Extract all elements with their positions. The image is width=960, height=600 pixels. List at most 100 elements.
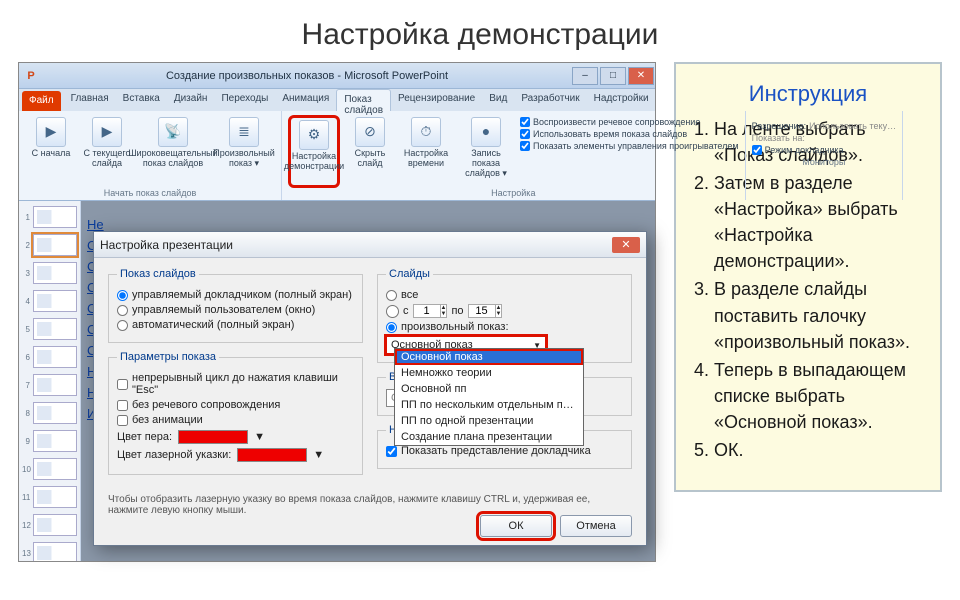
btn-from-start[interactable]: ▶С начала bbox=[25, 115, 77, 188]
chk-no-animation[interactable]: без анимации bbox=[117, 414, 354, 426]
instruction-step: Теперь в выпадающем списке выбрать «Осно… bbox=[714, 357, 924, 435]
radio-speaker[interactable]: управляемый докладчиком (полный экран) bbox=[117, 289, 354, 301]
gear-icon: ⚙ bbox=[299, 120, 329, 150]
show-on-row: Показать на: bbox=[752, 133, 896, 143]
radio-range[interactable]: с ▲▼ по ▲▼ bbox=[386, 304, 623, 318]
radio-custom-show[interactable]: произвольный показ: bbox=[386, 321, 623, 333]
instruction-step: В разделе слайды поставить галочку «прои… bbox=[714, 276, 924, 354]
ok-button[interactable]: ОК bbox=[480, 515, 552, 537]
slide-thumb[interactable]: 8 bbox=[22, 401, 77, 425]
chk-loop[interactable]: непрерывный цикл до нажатия клавиши "Esc… bbox=[117, 372, 354, 396]
ribbon-tabs: Файл Главная Вставка Дизайн Переходы Ани… bbox=[19, 89, 655, 111]
close-button[interactable]: ✕ bbox=[628, 67, 654, 85]
chk-presenter-view[interactable]: Показать представление докладчика bbox=[386, 445, 623, 457]
to-input[interactable] bbox=[469, 305, 495, 317]
tab-file[interactable]: Файл bbox=[22, 91, 61, 111]
ribbon-body: ▶С начала ▶С текущего слайда 📡Широковеща… bbox=[19, 111, 655, 201]
chk-narration[interactable]: Воспроизвести речевое сопровождение bbox=[520, 117, 739, 127]
tab-review[interactable]: Рецензирование bbox=[391, 89, 482, 111]
group-label: Мониторы bbox=[752, 157, 896, 167]
record-icon: ● bbox=[471, 117, 501, 147]
from-input[interactable] bbox=[414, 305, 440, 317]
list-item[interactable]: Основной показ bbox=[395, 349, 583, 365]
tab-slideshow[interactable]: Показ слайдов bbox=[336, 89, 391, 111]
btn-from-current[interactable]: ▶С текущего слайда bbox=[81, 115, 133, 188]
tab-trans[interactable]: Переходы bbox=[214, 89, 275, 111]
play-icon: ▶ bbox=[36, 117, 66, 147]
group-label: Начать показ слайдов bbox=[25, 188, 275, 198]
chk-controls[interactable]: Показать элементы управления проигрывате… bbox=[520, 141, 739, 151]
slide-thumb[interactable]: 4 bbox=[22, 289, 77, 313]
chk-no-narration[interactable]: без речевого сопровождения bbox=[117, 399, 354, 411]
laser-color-picker[interactable] bbox=[237, 448, 307, 462]
pen-color-picker[interactable] bbox=[178, 430, 248, 444]
app-title: Создание произвольных показов - Microsof… bbox=[43, 70, 571, 82]
btn-setup-slideshow[interactable]: ⚙Настройка демонстрации bbox=[288, 115, 340, 188]
slide-thumb[interactable]: 6 bbox=[22, 345, 77, 369]
hide-icon: ⊘ bbox=[355, 117, 385, 147]
btn-custom-show[interactable]: ≣Произвольный показ ▾ bbox=[213, 115, 275, 188]
btn-rehearse[interactable]: ⏱Настройка времени bbox=[400, 115, 452, 188]
group-show-options: Параметры показа непрерывный цикл до наж… bbox=[108, 351, 363, 475]
instruction-heading: Инструкция bbox=[692, 78, 924, 110]
radio-browsed[interactable]: управляемый пользователем (окно) bbox=[117, 304, 354, 316]
app-titlebar: P Создание произвольных показов - Micros… bbox=[19, 63, 655, 89]
slide-thumb[interactable]: 13 bbox=[22, 541, 77, 561]
powerpoint-window: P Создание произвольных показов - Micros… bbox=[18, 62, 656, 562]
resolution-row[interactable]: Разрешение: Использовать теку… bbox=[752, 121, 896, 131]
btn-hide-slide[interactable]: ⊘Скрыть слайд bbox=[344, 115, 396, 188]
slide-thumb[interactable]: 12 bbox=[22, 513, 77, 537]
chk-presenter-view[interactable]: Режим докладчика bbox=[752, 145, 896, 155]
ribbon-group-monitors: Разрешение: Использовать теку… Показать … bbox=[746, 111, 903, 200]
slide-thumbnails[interactable]: 123456789101112131415 bbox=[19, 201, 81, 561]
app-icon: P bbox=[19, 70, 43, 82]
slide-thumb[interactable]: 5 bbox=[22, 317, 77, 341]
list-item[interactable]: Основной пп bbox=[395, 381, 583, 397]
broadcast-icon: 📡 bbox=[158, 117, 188, 147]
btn-broadcast[interactable]: 📡Широковещательный показ слайдов bbox=[137, 115, 209, 188]
slide-thumb[interactable]: 9 bbox=[22, 429, 77, 453]
tab-addins[interactable]: Надстройки bbox=[587, 89, 656, 111]
ribbon-group-setup: ⚙Настройка демонстрации ⊘Скрыть слайд ⏱Н… bbox=[282, 111, 746, 200]
ribbon-group-start: ▶С начала ▶С текущего слайда 📡Широковеща… bbox=[19, 111, 282, 200]
group-label: Настройка bbox=[288, 188, 739, 198]
clock-icon: ⏱ bbox=[411, 117, 441, 147]
tab-home[interactable]: Главная bbox=[64, 89, 116, 111]
tab-dev[interactable]: Разработчик bbox=[514, 89, 586, 111]
dialog-title: Настройка презентации bbox=[100, 238, 233, 252]
laser-color-label: Цвет лазерной указки: bbox=[117, 449, 231, 461]
dialog-close-button[interactable]: ✕ bbox=[612, 237, 640, 253]
maximize-button[interactable]: □ bbox=[600, 67, 626, 85]
list-item[interactable]: Немножко теории bbox=[395, 365, 583, 381]
setup-slideshow-dialog: Настройка презентации ✕ Показ слайдов уп… bbox=[93, 231, 647, 546]
slide-thumb[interactable]: 11 bbox=[22, 485, 77, 509]
dialog-titlebar: Настройка презентации ✕ bbox=[94, 232, 646, 258]
radio-kiosk[interactable]: автоматический (полный экран) bbox=[117, 319, 354, 331]
slide-thumb[interactable]: 3 bbox=[22, 261, 77, 285]
slide-thumb[interactable]: 1 bbox=[22, 205, 77, 229]
window-buttons: – □ ✕ bbox=[571, 67, 655, 85]
tab-view[interactable]: Вид bbox=[482, 89, 514, 111]
custom-show-list[interactable]: Основной показ Немножко теории Основной … bbox=[394, 348, 584, 446]
play-icon: ▶ bbox=[92, 117, 122, 147]
slides-icon: ≣ bbox=[229, 117, 259, 147]
tab-design[interactable]: Дизайн bbox=[167, 89, 215, 111]
cancel-button[interactable]: Отмена bbox=[560, 515, 632, 537]
radio-all[interactable]: все bbox=[386, 289, 623, 301]
list-item[interactable]: Создание плана презентации bbox=[395, 429, 583, 445]
minimize-button[interactable]: – bbox=[572, 67, 598, 85]
pen-color-label: Цвет пера: bbox=[117, 431, 172, 443]
instruction-step: ОК. bbox=[714, 437, 924, 463]
chk-timings[interactable]: Использовать время показа слайдов bbox=[520, 129, 739, 139]
tab-insert[interactable]: Вставка bbox=[116, 89, 167, 111]
list-item[interactable]: ПП по одной презентации bbox=[395, 413, 583, 429]
page-title: Настройка демонстрации bbox=[0, 0, 960, 62]
group-show-type: Показ слайдов управляемый докладчиком (п… bbox=[108, 268, 363, 343]
toc-link[interactable]: Не bbox=[87, 217, 291, 232]
tab-anim[interactable]: Анимация bbox=[275, 89, 336, 111]
slide-thumb[interactable]: 2 bbox=[22, 233, 77, 257]
btn-record[interactable]: ●Запись показа слайдов ▾ bbox=[456, 115, 516, 188]
slide-thumb[interactable]: 10 bbox=[22, 457, 77, 481]
list-item[interactable]: ПП по нескольким отдельным през bbox=[395, 397, 583, 413]
slide-thumb[interactable]: 7 bbox=[22, 373, 77, 397]
